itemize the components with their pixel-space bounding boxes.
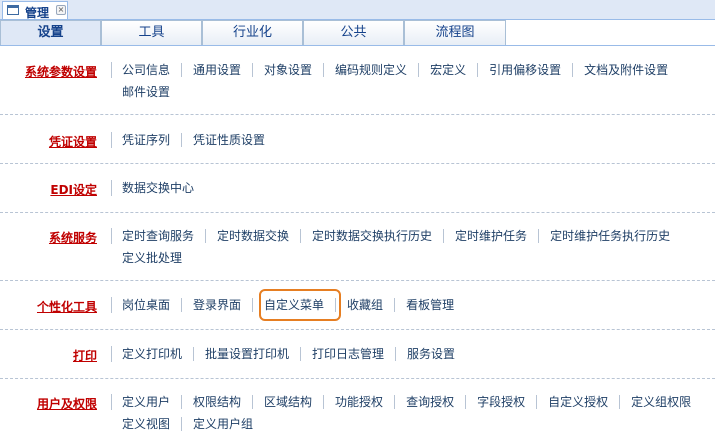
sub-tab-bar: 设置 工具 行业化 公共 流程图 [0, 20, 715, 46]
divider [111, 297, 112, 313]
link-list: 公司信息 通用设置 对象设置 编码规则定义 宏定义 引用偏移设置 文档及附件设置邮件设置 [122, 59, 712, 103]
link-item[interactable]: 通用设置 [193, 59, 254, 81]
link-item[interactable]: 定时数据交换 [217, 225, 302, 247]
tab-tools[interactable]: 工具 [101, 20, 202, 45]
link-item[interactable]: 文档及附件设置 [584, 59, 680, 81]
window-icon [7, 5, 19, 15]
section-print: 打印 定义打印机 批量设置打印机 打印日志管理 服务设置 [0, 330, 715, 379]
tab-industry[interactable]: 行业化 [202, 20, 303, 45]
section-title[interactable]: 凭证设置 [49, 133, 97, 150]
section-title[interactable]: 打印 [73, 347, 97, 364]
window-tab-strip: 管理 × [0, 0, 715, 20]
link-item[interactable]: 编码规则定义 [335, 59, 420, 81]
link-item[interactable]: 收藏组 [347, 294, 396, 316]
link-item[interactable]: 引用偏移设置 [489, 59, 574, 81]
link-item[interactable]: 打印日志管理 [312, 343, 397, 365]
link-item[interactable]: 宏定义 [430, 59, 479, 81]
link-item[interactable]: 定义组权限 [631, 391, 703, 413]
link-list: 数据交换中心 [122, 177, 712, 199]
link-item[interactable]: 岗位桌面 [122, 294, 183, 316]
link-item[interactable]: 凭证序列 [122, 129, 183, 151]
link-item[interactable]: 查询授权 [406, 391, 467, 413]
divider [111, 228, 112, 244]
link-item[interactable]: 定义视图 [122, 413, 183, 435]
link-item[interactable]: 定义用户组 [193, 413, 265, 435]
section-title[interactable]: 系统参数设置 [25, 63, 97, 80]
section-title[interactable]: 个性化工具 [37, 298, 97, 315]
link-item[interactable]: 公司信息 [122, 59, 183, 81]
section-personalization: 个性化工具 岗位桌面 登录界面 自定义菜单 收藏组 看板管理 [0, 281, 715, 330]
section-voucher: 凭证设置 凭证序列 凭证性质设置 [0, 115, 715, 164]
close-icon[interactable]: × [56, 5, 66, 15]
link-item[interactable]: 看板管理 [406, 294, 466, 316]
link-item[interactable]: 数据交换中心 [122, 177, 206, 199]
link-item[interactable]: 定时数据交换执行历史 [312, 225, 445, 247]
link-item[interactable]: 字段授权 [477, 391, 538, 413]
link-list: 岗位桌面 登录界面 自定义菜单 收藏组 看板管理 [122, 289, 712, 321]
tab-settings[interactable]: 设置 [0, 20, 101, 45]
link-list: 定义用户 权限结构 区域结构 功能授权 查询授权 字段授权 自定义授权 定义组权限定义视图 定义… [122, 391, 715, 435]
link-item[interactable]: 批量设置打印机 [205, 343, 302, 365]
section-system-params: 系统参数设置 公司信息 通用设置 对象设置 编码规则定义 宏定义 引用偏移设置 文档及附件设… [0, 46, 715, 115]
divider [111, 180, 112, 196]
link-list: 定义打印机 批量设置打印机 打印日志管理 服务设置 [122, 343, 712, 365]
section-edi: EDI设定 数据交换中心 [0, 164, 715, 213]
divider [111, 62, 112, 78]
tab-flowchart[interactable]: 流程图 [404, 20, 506, 45]
link-item[interactable]: 邮件设置 [122, 81, 182, 103]
section-title[interactable]: 系统服务 [49, 229, 97, 246]
link-list: 凭证序列 凭证性质设置 [122, 129, 712, 151]
window-tab-manage[interactable]: 管理 × [2, 1, 68, 20]
section-title[interactable]: EDI设定 [50, 181, 97, 198]
window-tab-title: 管理 [25, 6, 50, 20]
divider [111, 346, 112, 362]
link-item[interactable]: 定时查询服务 [122, 225, 207, 247]
link-item[interactable]: 定义批处理 [122, 247, 194, 269]
section-users-permissions: 用户及权限 定义用户 权限结构 区域结构 功能授权 查询授权 字段授权 自定义授权 定义组权限… [0, 379, 715, 442]
link-item[interactable]: 定时维护任务执行历史 [550, 225, 682, 247]
link-item[interactable]: 服务设置 [407, 343, 467, 365]
link-item[interactable]: 登录界面 [193, 294, 254, 316]
section-title[interactable]: 用户及权限 [37, 395, 97, 412]
divider [111, 132, 112, 148]
link-item[interactable]: 定义用户 [122, 391, 183, 413]
link-item[interactable]: 自定义授权 [548, 391, 621, 413]
link-item[interactable]: 功能授权 [335, 391, 396, 413]
section-system-service: 系统服务 定时查询服务 定时数据交换 定时数据交换执行历史 定时维护任务 定时维护任务执… [0, 213, 715, 281]
link-item[interactable]: 定义打印机 [122, 343, 195, 365]
link-item[interactable]: 凭证性质设置 [193, 129, 277, 151]
link-item[interactable]: 定时维护任务 [455, 225, 540, 247]
link-item-highlighted[interactable]: 自定义菜单 [259, 289, 342, 321]
link-item[interactable]: 对象设置 [264, 59, 325, 81]
link-item[interactable]: 区域结构 [264, 391, 325, 413]
divider [111, 394, 112, 410]
link-list: 定时查询服务 定时数据交换 定时数据交换执行历史 定时维护任务 定时维护任务执行历史定义… [122, 225, 712, 269]
link-item[interactable]: 权限结构 [193, 391, 254, 413]
tab-public[interactable]: 公共 [303, 20, 404, 45]
